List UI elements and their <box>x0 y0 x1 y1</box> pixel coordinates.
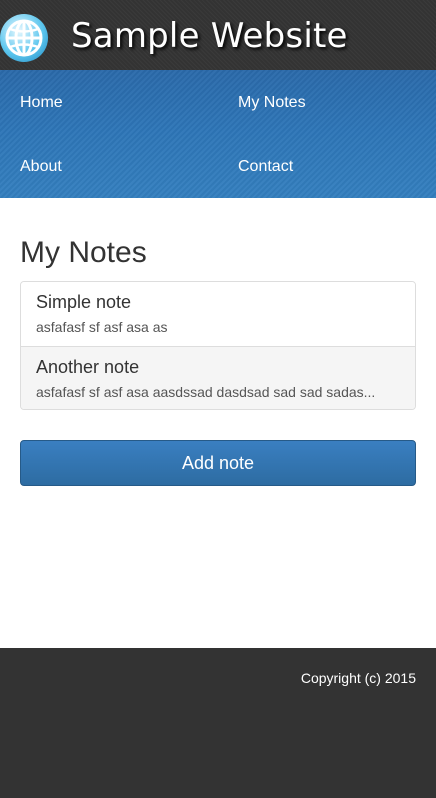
notes-list: Simple note asfafasf sf asf asa as Anoth… <box>20 281 416 410</box>
nav-item-my-notes[interactable]: My Notes <box>238 94 306 112</box>
note-preview: asfafasf sf asf asa as <box>36 319 168 335</box>
site-header: Sample Website <box>0 0 436 70</box>
site-title[interactable]: Sample Website <box>71 16 348 56</box>
note-title: Simple note <box>36 292 132 312</box>
page-title: My Notes <box>20 236 147 269</box>
note-title: Another note <box>36 357 140 377</box>
nav-item-home[interactable]: Home <box>20 94 63 112</box>
main-nav: Home My Notes About Contact <box>0 70 436 198</box>
globe-icon[interactable] <box>0 14 48 62</box>
nav-item-contact[interactable]: Contact <box>238 158 293 176</box>
nav-item-about[interactable]: About <box>20 158 62 176</box>
note-preview: asfafasf sf asf asa aasdssad dasdsad sad… <box>36 384 376 400</box>
add-note-button[interactable]: Add note <box>20 440 416 486</box>
list-item[interactable]: Simple note asfafasf sf asf asa as <box>21 282 415 346</box>
list-item[interactable]: Another note asfafasf sf asf asa aasdssa… <box>21 346 415 409</box>
site-footer: Copyright (c) 2015 <box>0 648 436 798</box>
copyright-text: Copyright (c) 2015 <box>300 670 416 686</box>
